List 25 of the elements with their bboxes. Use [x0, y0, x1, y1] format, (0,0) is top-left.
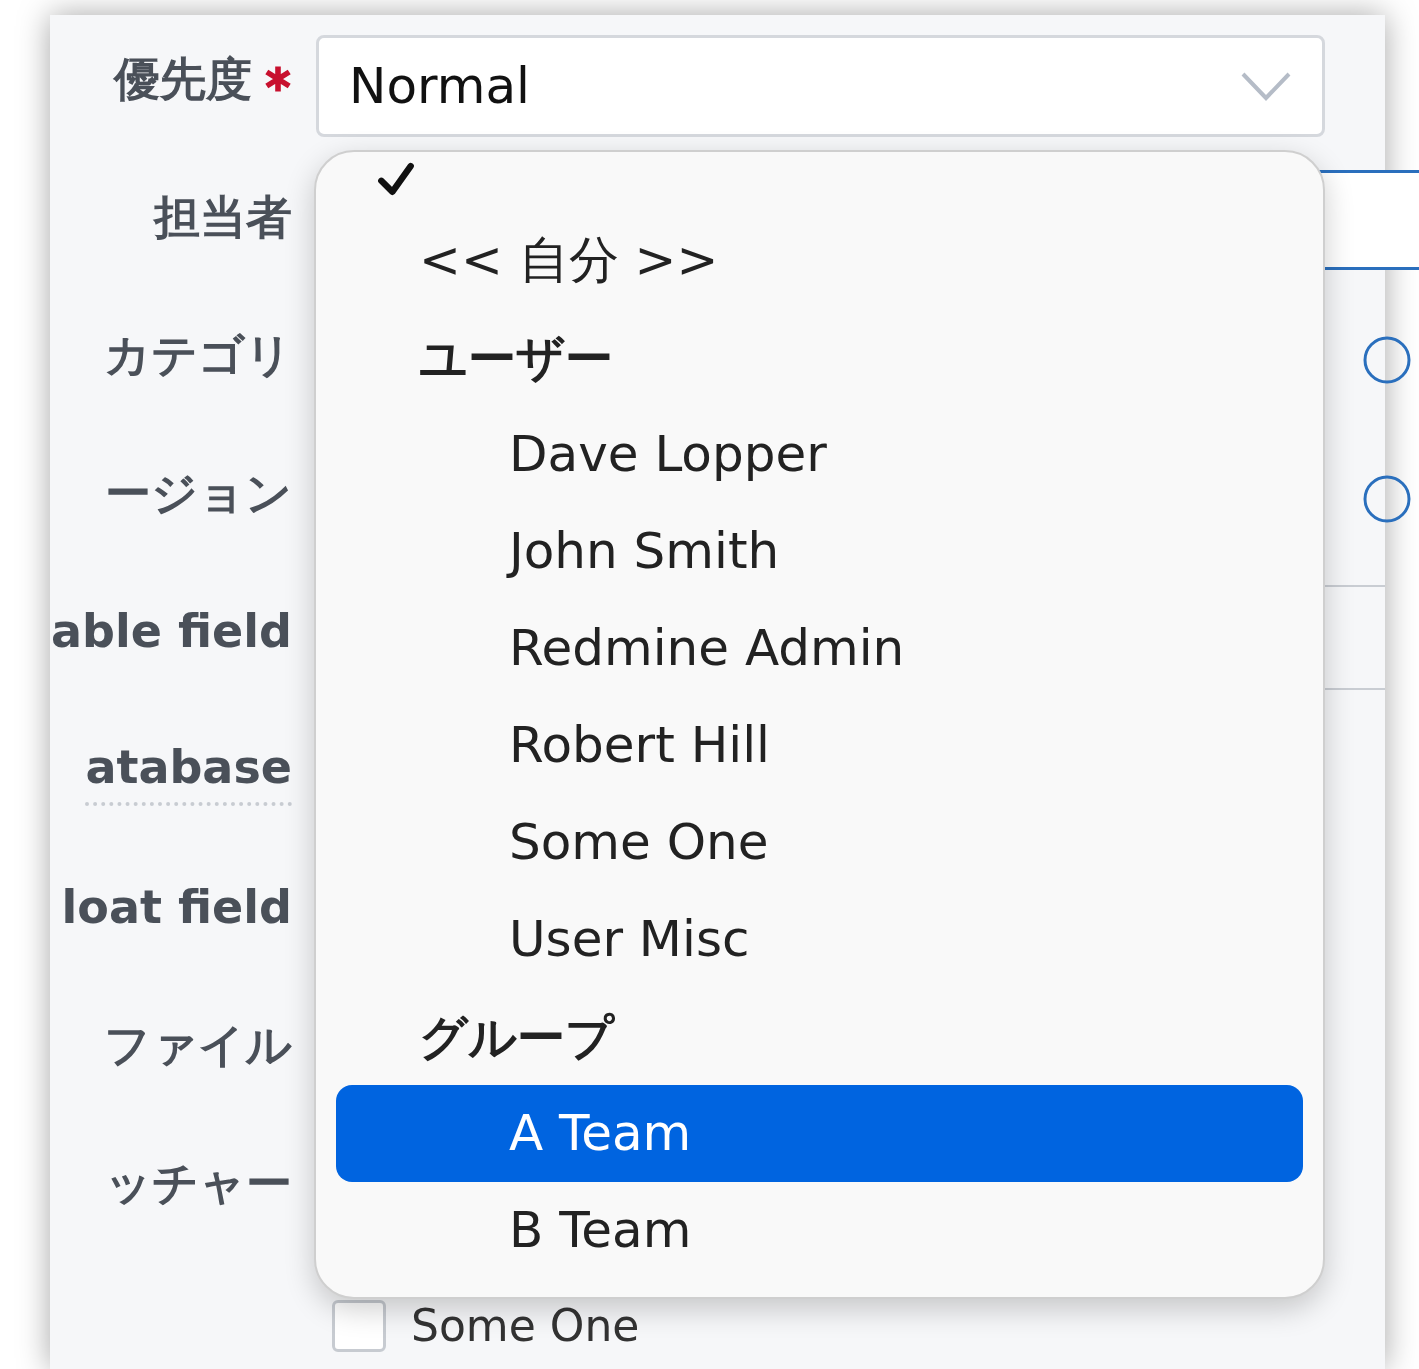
field-label: atabase — [85, 732, 292, 806]
group-header: グループ — [418, 1007, 616, 1067]
group-header: ユーザー — [418, 328, 614, 388]
dropdown-option[interactable]: << 自分 >> — [336, 212, 1303, 309]
priority-select[interactable]: Normal — [316, 35, 1325, 137]
select-value: Normal — [349, 55, 530, 117]
dropdown-option[interactable]: John Smith — [336, 503, 1303, 600]
field-label: ファイル — [104, 1016, 292, 1074]
field-label: loat field — [61, 878, 292, 936]
field-label: ッチャー — [105, 1154, 292, 1212]
dropdown-option[interactable]: Robert Hill — [336, 697, 1303, 794]
dropdown-option[interactable]: B Team — [336, 1182, 1303, 1279]
dropdown-option[interactable]: User Misc — [336, 891, 1303, 988]
field-label: カテゴリ — [104, 326, 292, 384]
checkbox[interactable] — [332, 1300, 386, 1352]
field-label: 担当者 — [154, 188, 292, 246]
dropdown-option[interactable]: Redmine Admin — [336, 600, 1303, 697]
dropdown-option[interactable]: Dave Lopper — [336, 406, 1303, 503]
dropdown-option[interactable]: A Team — [336, 1085, 1303, 1182]
field-label: ージョン — [105, 464, 292, 522]
field-label: 優先度 — [114, 50, 252, 108]
chevron-down-icon — [1240, 70, 1292, 102]
field-label: able field — [51, 602, 292, 660]
checkbox-label: Some One — [411, 1300, 640, 1352]
dropdown-option[interactable]: Some One — [336, 794, 1303, 891]
